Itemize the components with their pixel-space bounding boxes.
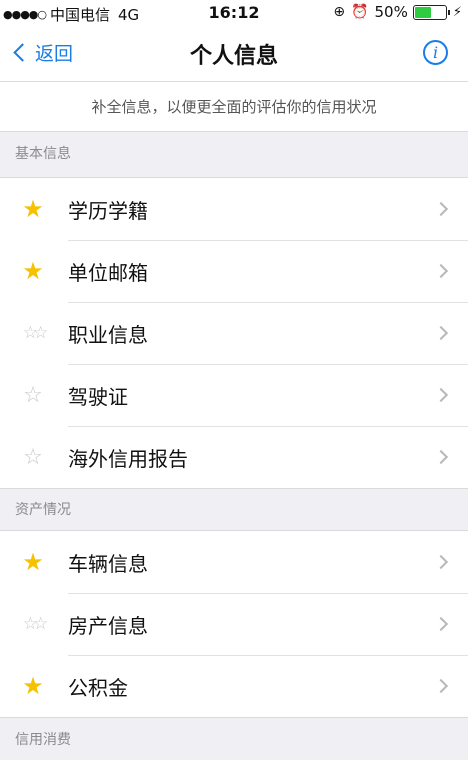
list-item-label: 学历学籍 — [68, 198, 148, 223]
list-item-property[interactable]: ☆☆ 房产信息 — [0, 593, 468, 655]
battery-percent: 50% — [374, 3, 408, 21]
star-pair-icon: ☆☆ — [22, 323, 48, 343]
list-item-occupation[interactable]: ☆☆ 职业信息 — [0, 302, 468, 364]
star-empty-icon: ☆ — [23, 382, 43, 408]
assets-group: ★ 车辆信息 ☆☆ 房产信息 ★ 公积金 — [0, 530, 468, 718]
list-item-drivers-license[interactable]: ☆ 驾驶证 — [0, 364, 468, 426]
star-empty-icon: ☆ — [23, 444, 43, 470]
list-item-education[interactable]: ★ 学历学籍 — [0, 178, 468, 240]
section-header-credit-consumption: 信用消费 — [15, 732, 71, 748]
chevron-right-icon — [433, 201, 449, 217]
list-item-label: 职业信息 — [68, 322, 148, 347]
list-item-vehicle[interactable]: ★ 车辆信息 — [0, 531, 468, 593]
chevron-right-icon — [433, 449, 449, 465]
charging-icon: ⚡ — [452, 4, 462, 20]
alarm-icon: ⏰ — [351, 4, 369, 20]
rotation-lock-icon: ⊕ — [333, 4, 346, 20]
chevron-right-icon — [433, 387, 449, 403]
chevron-right-icon — [433, 616, 449, 632]
basic-info-group: ★ 学历学籍 ★ 单位邮箱 ☆☆ 职业信息 ☆ 驾驶证 ☆ 海外信用报告 — [0, 177, 468, 489]
chevron-right-icon — [433, 554, 449, 570]
chevron-right-icon — [433, 263, 449, 279]
info-icon[interactable]: i — [423, 40, 448, 65]
star-pair-icon: ☆☆ — [22, 614, 48, 634]
navigation-bar: 返回 个人信息 i — [0, 26, 468, 82]
list-item-label: 车辆信息 — [68, 551, 148, 576]
star-full-icon: ★ — [22, 257, 44, 285]
section-header-assets: 资产情况 — [15, 502, 71, 518]
battery-icon — [412, 4, 450, 20]
star-full-icon: ★ — [22, 195, 44, 223]
list-item-overseas-credit[interactable]: ☆ 海外信用报告 — [0, 426, 468, 488]
chevron-right-icon — [433, 678, 449, 694]
list-item-work-email[interactable]: ★ 单位邮箱 — [0, 240, 468, 302]
status-bar: ●●●●○ 中国电信 4G 16:12 ⊕ ⏰ 50% ⚡ — [0, 0, 468, 26]
list-item-label: 房产信息 — [68, 613, 148, 638]
list-item-label: 公积金 — [68, 675, 128, 700]
hint-banner: 补全信息，以便更全面的评估你的信用状况 — [0, 82, 468, 132]
list-item-label: 海外信用报告 — [68, 446, 188, 471]
chevron-right-icon — [433, 325, 449, 341]
page-title: 个人信息 — [189, 44, 278, 69]
list-item-label: 驾驶证 — [68, 384, 128, 409]
section-header-basic-info: 基本信息 — [15, 146, 71, 162]
star-full-icon: ★ — [22, 672, 44, 700]
list-item-label: 单位邮箱 — [68, 260, 148, 285]
list-item-housing-fund[interactable]: ★ 公积金 — [0, 655, 468, 717]
star-full-icon: ★ — [22, 548, 44, 576]
